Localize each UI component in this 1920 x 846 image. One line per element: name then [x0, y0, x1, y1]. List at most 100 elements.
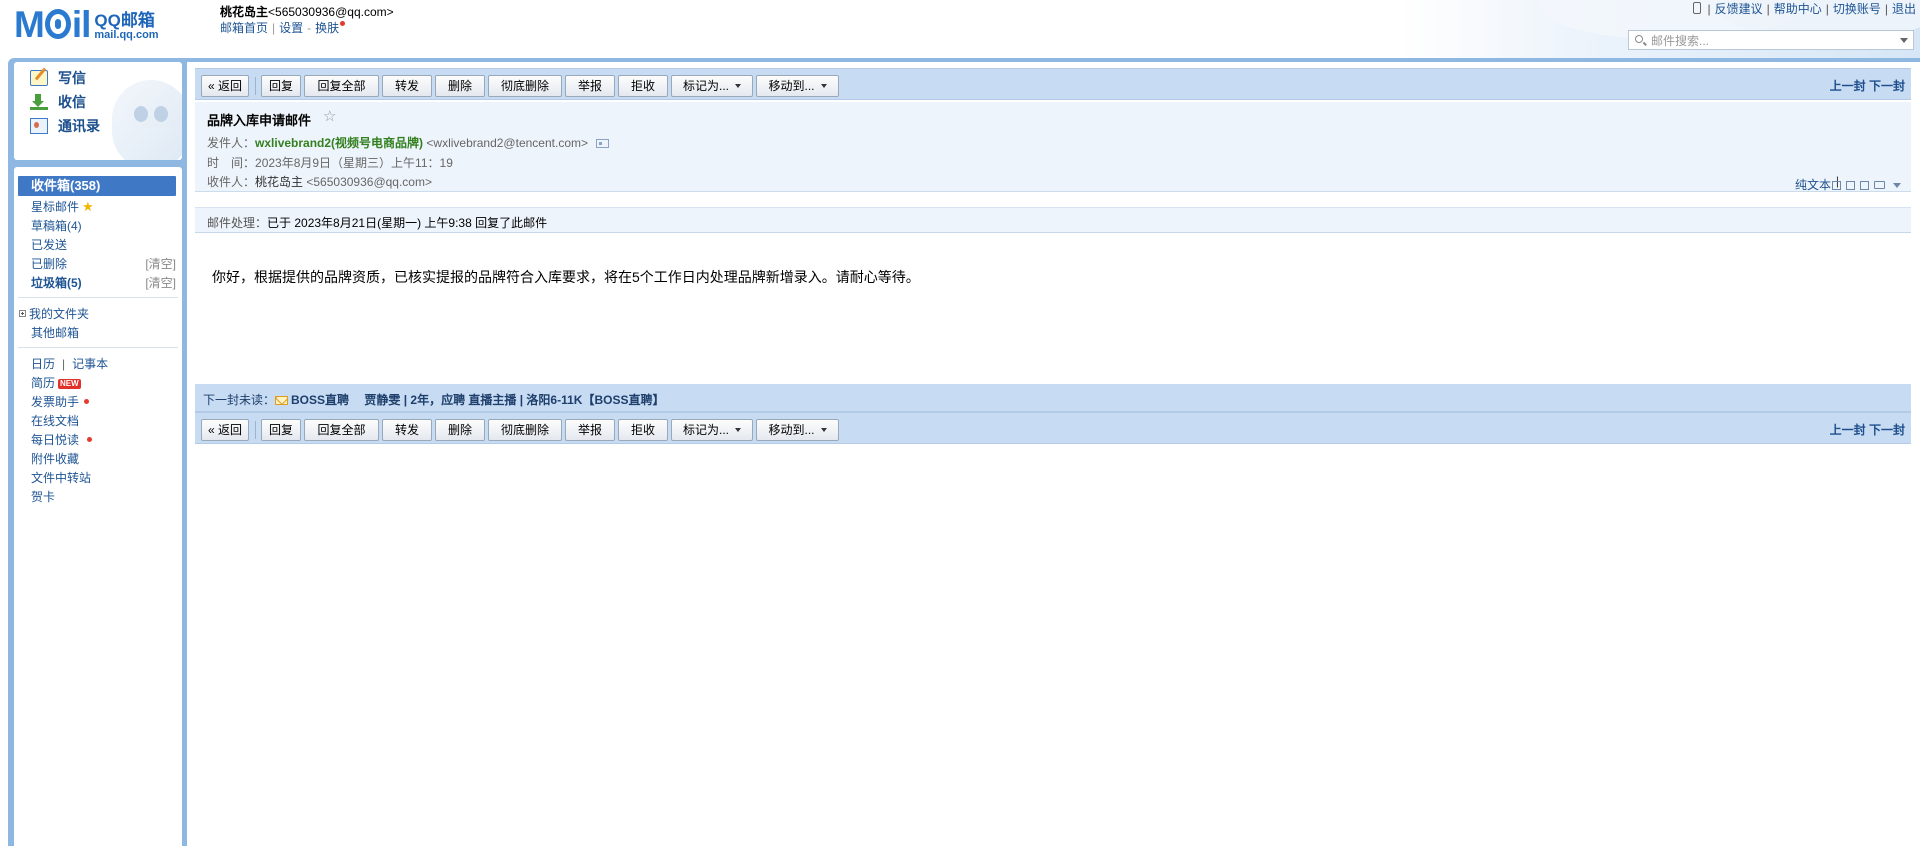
- calendar-link[interactable]: 日历: [31, 357, 55, 371]
- user-links: 邮箱首页 | 设置 - 换肤: [220, 20, 394, 36]
- app-resume[interactable]: 简历 NEW: [14, 373, 182, 393]
- mail-reader: « 返回 回复 回复全部 转发 删除 彻底删除 举报 拒收 标记为... 移动到…: [187, 62, 1920, 846]
- receive-mail-button[interactable]: 收信: [30, 92, 86, 112]
- feedback-link[interactable]: 反馈建议: [1715, 2, 1763, 16]
- process-value: 已于 2023年8月21日(星期一) 上午9:38 回复了此邮件: [267, 216, 548, 230]
- previous-mail-link[interactable]: 上一封: [1830, 423, 1866, 437]
- more-options-chevron-icon[interactable]: [1893, 182, 1901, 188]
- mark-as-label: 标记为...: [682, 79, 729, 93]
- mailbox-home-link[interactable]: 邮箱首页: [220, 21, 268, 35]
- next-unread-subject[interactable]: 贾静雯 | 2年，应聘 直播主播 | 洛阳6-11K【BOSS直聘】: [364, 393, 664, 407]
- folder-sent-label: 已发送: [31, 238, 68, 252]
- reading-mode-icon[interactable]: [1846, 180, 1855, 190]
- folder-drafts[interactable]: 草稿箱(4): [14, 216, 182, 236]
- mail-time: 2023年8月9日（星期三）上午11：19: [255, 156, 453, 170]
- mail-subject: 品牌入库申请邮件: [207, 113, 312, 128]
- folder-sent[interactable]: 已发送: [14, 235, 182, 255]
- contacts-button[interactable]: 通讯录: [30, 116, 100, 136]
- new-window-icon[interactable]: [1832, 180, 1841, 190]
- chevron-down-icon: [735, 428, 741, 432]
- reject-button[interactable]: 拒收: [618, 419, 668, 441]
- app-file-transfer[interactable]: 文件中转站: [14, 468, 182, 488]
- reply-all-button[interactable]: 回复全部: [304, 419, 379, 441]
- link-separator: |: [1766, 2, 1770, 16]
- reply-button[interactable]: 回复: [261, 419, 301, 441]
- mail-processing-status: 邮件处理：已于 2023年8月21日(星期一) 上午9:38 回复了此邮件: [195, 207, 1911, 233]
- plain-text-link[interactable]: 纯文本: [1795, 176, 1831, 193]
- sender-name[interactable]: wxlivebrand2(视频号电商品牌): [255, 136, 423, 150]
- folder-spam[interactable]: 垃圾箱(5) [清空]: [14, 273, 182, 293]
- contact-card-icon[interactable]: [596, 139, 609, 148]
- move-to-dropdown[interactable]: 移动到...: [756, 419, 839, 441]
- empty-spam-button[interactable]: [清空]: [145, 273, 176, 293]
- notes-link[interactable]: 记事本: [72, 357, 108, 371]
- reply-all-button[interactable]: 回复全部: [304, 75, 379, 97]
- print-icon[interactable]: [1874, 181, 1885, 189]
- delete-permanently-button[interactable]: 彻底删除: [488, 75, 562, 97]
- logo-url: mail.qq.com: [94, 29, 159, 41]
- star-toggle-icon[interactable]: ☆: [323, 107, 336, 125]
- app-online-docs[interactable]: 在线文档: [14, 411, 182, 431]
- logo-mark: Mil: [14, 6, 91, 44]
- chevron-down-icon: [820, 428, 827, 432]
- recipient-name[interactable]: 桃花岛主: [255, 175, 303, 189]
- search-dropdown-arrow-icon[interactable]: [1900, 38, 1908, 43]
- next-unread-sender[interactable]: BOSS直聘: [291, 393, 349, 407]
- app-greeting-cards[interactable]: 贺卡: [14, 487, 182, 507]
- logout-link[interactable]: 退出: [1892, 2, 1916, 16]
- delete-button[interactable]: 删除: [435, 419, 485, 441]
- forward-button[interactable]: 转发: [382, 419, 432, 441]
- write-mail-label: 写信: [58, 70, 86, 86]
- back-button[interactable]: « 返回: [201, 75, 249, 97]
- left-sidebar: 写信 收信 通讯录 收件箱(358) 星标邮件 ★ 草稿箱(4) 已发送 已删除 …: [12, 62, 184, 846]
- mark-as-dropdown[interactable]: 标记为...: [671, 419, 753, 441]
- recipient-row: 收件人：桃花岛主 <565030936@qq.com>: [207, 173, 432, 190]
- qqmail-logo[interactable]: Mil QQ邮箱 mail.qq.com: [14, 4, 159, 44]
- settings-link[interactable]: 设置: [279, 21, 303, 35]
- sender-email: <wxlivebrand2@tencent.com>: [426, 136, 588, 150]
- app-resume-label: 简历: [31, 376, 56, 390]
- app-invoice[interactable]: 发票助手: [14, 392, 182, 412]
- tree-expand-icon[interactable]: [19, 310, 26, 317]
- help-center-link[interactable]: 帮助中心: [1774, 2, 1822, 16]
- search-icon: [1635, 35, 1643, 43]
- next-mail-link[interactable]: 下一封: [1869, 423, 1905, 437]
- mark-as-dropdown[interactable]: 标记为...: [671, 75, 753, 97]
- switch-account-link[interactable]: 切换账号: [1833, 2, 1881, 16]
- recipient-email: <565030936@qq.com>: [306, 175, 432, 189]
- report-button[interactable]: 举报: [565, 75, 615, 97]
- app-attachments[interactable]: 附件收藏: [14, 449, 182, 469]
- time-row: 时 间：2023年8月9日（星期三）上午11：19: [207, 154, 453, 171]
- mail-search-box[interactable]: [1628, 30, 1914, 50]
- folder-spam-label: 垃圾箱(5): [31, 276, 82, 290]
- folder-divider: [18, 297, 178, 298]
- chevron-down-icon: [735, 84, 741, 88]
- save-icon[interactable]: [1860, 180, 1869, 190]
- folder-starred-label: 星标邮件: [31, 200, 80, 214]
- next-mail-link[interactable]: 下一封: [1869, 79, 1905, 93]
- mobile-phone-icon[interactable]: [1693, 2, 1702, 14]
- previous-mail-link[interactable]: 上一封: [1830, 79, 1866, 93]
- report-button[interactable]: 举报: [565, 419, 615, 441]
- link-separator: |: [62, 357, 66, 371]
- other-mailbox-item[interactable]: 其他邮箱: [14, 323, 182, 343]
- delete-permanently-button[interactable]: 彻底删除: [488, 419, 562, 441]
- forward-button[interactable]: 转发: [382, 75, 432, 97]
- app-daily-read[interactable]: 每日悦读: [14, 430, 182, 450]
- folder-inbox[interactable]: 收件箱(358): [18, 176, 176, 196]
- new-badge: NEW: [58, 379, 81, 389]
- move-to-dropdown[interactable]: 移动到...: [756, 75, 839, 97]
- write-mail-button[interactable]: 写信: [30, 68, 86, 88]
- empty-deleted-button[interactable]: [清空]: [145, 254, 176, 274]
- back-button[interactable]: « 返回: [201, 419, 249, 441]
- reply-button[interactable]: 回复: [261, 75, 301, 97]
- compose-pencil-icon: [30, 70, 48, 86]
- reject-button[interactable]: 拒收: [618, 75, 668, 97]
- my-folders-tree[interactable]: 我的文件夹: [14, 304, 182, 324]
- change-skin-link[interactable]: 换肤: [315, 21, 339, 35]
- mail-search-input[interactable]: [1649, 32, 1893, 50]
- receive-arrow-icon: [30, 94, 48, 110]
- folder-deleted[interactable]: 已删除 [清空]: [14, 254, 182, 274]
- folder-starred[interactable]: 星标邮件 ★: [14, 197, 182, 217]
- delete-button[interactable]: 删除: [435, 75, 485, 97]
